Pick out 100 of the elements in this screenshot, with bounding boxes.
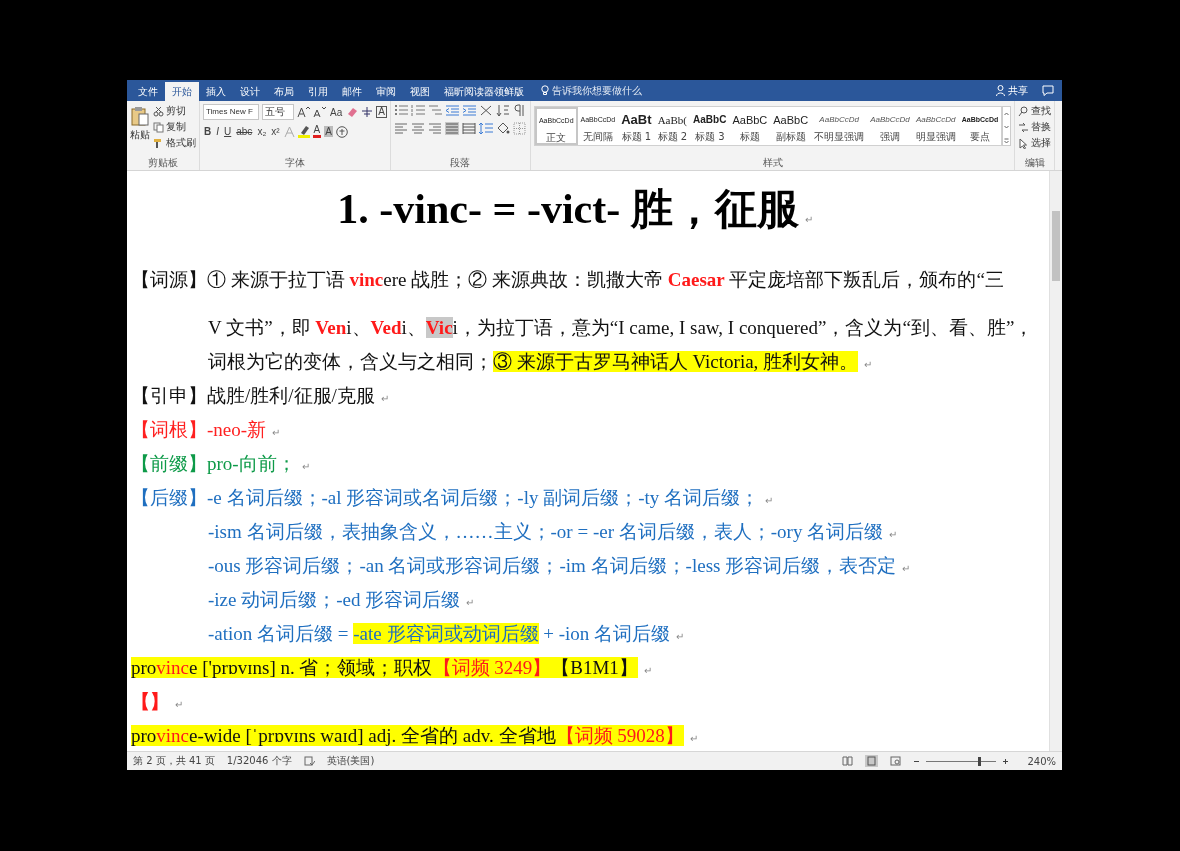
style-preview[interactable]: AaBb( bbox=[657, 110, 687, 130]
align-right-icon[interactable] bbox=[427, 122, 442, 135]
scrollbar-thumb[interactable] bbox=[1052, 211, 1060, 281]
style-name[interactable]: 无间隔 bbox=[582, 130, 613, 144]
multilevel-list-icon[interactable] bbox=[427, 104, 442, 117]
style-preview[interactable]: AaBbCcDd bbox=[819, 110, 859, 130]
font-color-button[interactable]: A bbox=[312, 125, 322, 138]
paragraph-mark: ↵ bbox=[380, 393, 389, 404]
ribbon-tab[interactable]: 开始 bbox=[165, 82, 199, 101]
align-justify-icon[interactable] bbox=[444, 122, 459, 135]
align-center-icon[interactable] bbox=[410, 122, 425, 135]
ribbon-tab[interactable]: 插入 bbox=[199, 82, 233, 101]
paragraph-mark: ↵ bbox=[804, 214, 813, 225]
style-name[interactable]: 标题 1 bbox=[621, 130, 652, 144]
format-button[interactable]: B bbox=[203, 126, 213, 137]
ribbon-tab[interactable]: 视图 bbox=[403, 82, 437, 101]
cut-button[interactable]: 剪切 bbox=[166, 104, 186, 118]
copy-icon bbox=[153, 121, 164, 133]
style-name[interactable]: 要点 bbox=[970, 130, 990, 144]
text-line: 词根为它的变体，含义与之相同；③ 来源于古罗马神话人 Victoria, 胜利女神。 bbox=[208, 351, 859, 372]
shrink-font-icon[interactable] bbox=[313, 106, 326, 118]
style-preview[interactable]: AaBbCcDd bbox=[915, 110, 956, 130]
scrollbar[interactable] bbox=[1049, 171, 1062, 751]
paragraph-mark: ↵ bbox=[676, 631, 685, 642]
text-line: 【词根】-neo-新 bbox=[131, 419, 267, 440]
brush-icon bbox=[153, 137, 164, 149]
gallery-scroll-icon[interactable] bbox=[1002, 106, 1012, 146]
zoom-level[interactable]: 240% bbox=[1027, 755, 1056, 767]
page-count[interactable]: 第 2 页，共 41 页 bbox=[133, 754, 215, 768]
character-border-button[interactable]: A bbox=[376, 106, 387, 118]
character-shading-button[interactable]: A bbox=[324, 126, 333, 137]
cursor-icon bbox=[1018, 137, 1030, 149]
style-name[interactable]: 副标题 bbox=[775, 130, 806, 144]
word-count[interactable]: 1/32046 个字 bbox=[226, 754, 292, 768]
ribbon-tab[interactable]: 文件 bbox=[131, 82, 165, 101]
paragraph-mark: ↵ bbox=[864, 359, 873, 370]
style-preview[interactable]: AaBbC bbox=[732, 110, 768, 130]
print-layout-icon[interactable] bbox=[865, 755, 879, 767]
web-layout-icon[interactable] bbox=[890, 756, 902, 766]
paint-bucket-icon[interactable] bbox=[495, 122, 510, 135]
person-icon[interactable] bbox=[996, 85, 1005, 96]
style-preview[interactable]: AaBbC bbox=[773, 110, 809, 130]
style-preview[interactable]: AaBbC bbox=[693, 110, 727, 130]
proofing-icon[interactable] bbox=[303, 756, 315, 766]
share-button[interactable]: 共享 bbox=[1008, 83, 1028, 98]
select-button[interactable]: 选择 bbox=[1031, 136, 1052, 150]
sort-icon[interactable] bbox=[495, 104, 510, 117]
language-status[interactable]: 英语(美国) bbox=[326, 754, 375, 768]
text-line: V 文书”，即 Veni、Vedi、Vici，为拉丁语，意为“I came, I saw, I conquered”，含义为“到、看、胜”， bbox=[208, 317, 1034, 338]
format-button[interactable]: abc bbox=[235, 126, 254, 137]
text-line: -ation 名词后缀 = -ate 形容词或动词后缀 + -ion 名词后缀 bbox=[208, 623, 671, 644]
format-button[interactable]: x² bbox=[270, 126, 281, 137]
font-name-field[interactable]: Times New F bbox=[203, 104, 259, 120]
align-left-icon[interactable] bbox=[393, 122, 408, 135]
text-line: 【后缀】-e 名词后缀；-al 形容词或名词后缀；-ly 副词后缀；-ty 名词后缀； bbox=[131, 487, 759, 508]
lightbulb-icon[interactable] bbox=[541, 85, 549, 96]
style-preview[interactable]: AaBbCcDd bbox=[870, 110, 910, 130]
ribbon-tab[interactable]: 布局 bbox=[267, 82, 301, 101]
tell-me-field[interactable]: 告诉我你想要做什么 bbox=[552, 83, 642, 98]
bullet-list-icon[interactable] bbox=[393, 104, 408, 117]
text-line: 【前缀】pro-向前； bbox=[131, 453, 296, 474]
style-name[interactable]: 正文 bbox=[546, 131, 567, 145]
ribbon-tab[interactable]: 邮件 bbox=[335, 82, 369, 101]
style-name[interactable]: 不明显强调 bbox=[814, 130, 865, 144]
ribbon-tab[interactable]: 设计 bbox=[233, 82, 267, 101]
find-button[interactable]: 查找 bbox=[1031, 104, 1052, 118]
grow-font-icon[interactable] bbox=[297, 106, 310, 118]
font-size-field[interactable]: 五号 bbox=[262, 104, 294, 120]
style-name[interactable]: 强调 bbox=[879, 130, 900, 144]
change-case-button[interactable]: Aa bbox=[329, 106, 344, 118]
style-name[interactable]: 明显强调 bbox=[915, 130, 956, 144]
line-spacing-icon[interactable] bbox=[478, 122, 493, 135]
comment-icon[interactable] bbox=[1042, 85, 1054, 96]
zoom-slider-thumb[interactable] bbox=[977, 756, 981, 766]
style-name[interactable]: 标题 2 bbox=[657, 130, 688, 144]
paragraph-mark-icon[interactable] bbox=[512, 104, 527, 117]
format-button[interactable]: I bbox=[215, 126, 220, 137]
format-painter-button[interactable]: 格式刷 bbox=[166, 136, 196, 150]
read-mode-icon[interactable] bbox=[842, 756, 854, 766]
paste-button[interactable]: 粘贴 bbox=[130, 128, 150, 142]
increase-indent-icon[interactable] bbox=[461, 104, 476, 117]
format-button[interactable]: U bbox=[223, 126, 233, 137]
style-name[interactable]: 标题 3 bbox=[694, 130, 725, 144]
text-line: -ous 形容词后缀；-an 名词或形容词后缀；-im 名词后缀；-less 形容词后缀，表否定 bbox=[208, 555, 897, 576]
highlighter-icon[interactable] bbox=[297, 125, 310, 138]
text-line: 【词源】① 来源于拉丁语 vincere 战胜；② 来源典故：凯撒大帝 Caesar 平定庞培部下叛乱后，颁布的“三 bbox=[131, 269, 1004, 290]
enclosed-character-icon[interactable] bbox=[335, 125, 348, 138]
replace-button[interactable]: 替换 bbox=[1031, 120, 1052, 134]
style-name[interactable]: 标题 bbox=[739, 130, 760, 144]
ribbon-tab[interactable]: 引用 bbox=[301, 82, 335, 101]
zoom-in-icon[interactable] bbox=[1002, 757, 1010, 765]
style-preview[interactable]: AaBt bbox=[621, 110, 652, 130]
align-distributed-icon[interactable] bbox=[461, 122, 476, 135]
copy-button[interactable]: 复制 bbox=[166, 120, 186, 134]
decrease-indent-icon[interactable] bbox=[444, 104, 459, 117]
eraser-icon[interactable] bbox=[346, 106, 359, 118]
format-button[interactable]: x₂ bbox=[256, 126, 268, 137]
ribbon-tab[interactable]: 福昕阅读器领鲜版 bbox=[437, 82, 531, 101]
ribbon-tab[interactable]: 审阅 bbox=[369, 82, 403, 101]
clipboard-icon[interactable] bbox=[131, 106, 149, 126]
